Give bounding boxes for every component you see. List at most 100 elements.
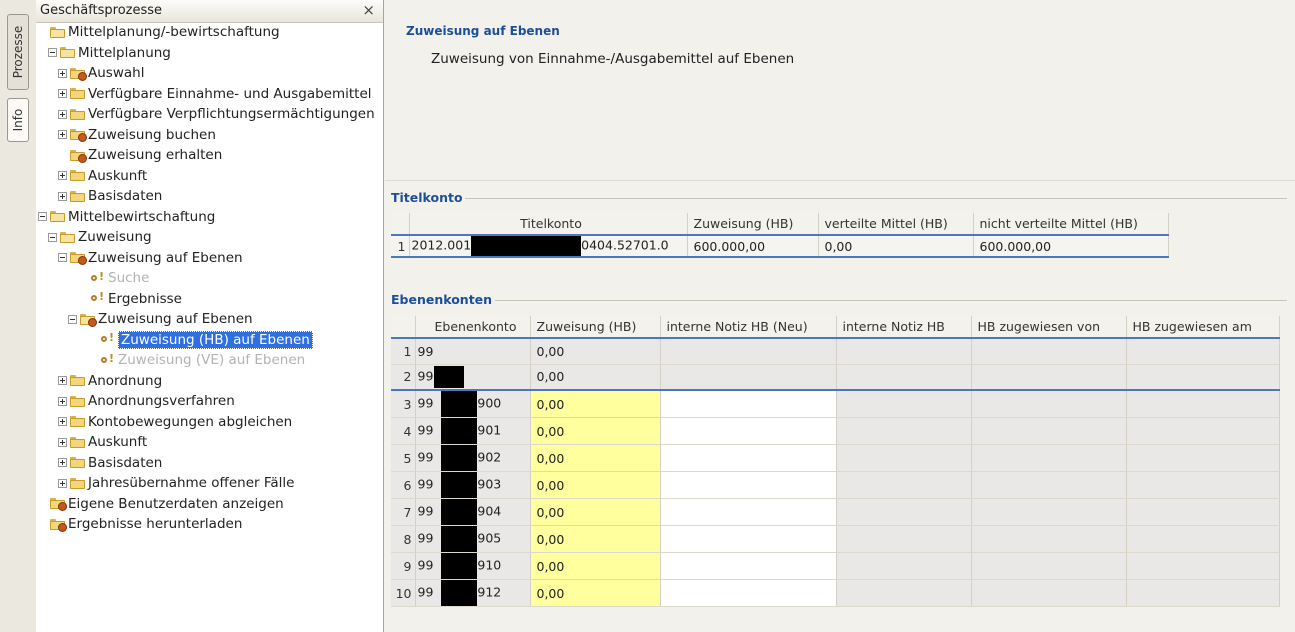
collapse-icon[interactable] [38,212,47,221]
verteilt-cell[interactable]: 0,00 [818,235,974,258]
notiz-neu-input[interactable] [660,417,837,445]
expand-icon[interactable] [58,417,67,426]
collapse-icon[interactable] [68,314,77,324]
tree-node[interactable]: Mittelbewirtschaftung [38,207,215,227]
tree-node[interactable]: Auskunft [58,432,147,452]
ebenenkonto-cell[interactable]: 99 903 [415,471,531,499]
zuweisung-input[interactable]: 0,00 [530,444,661,472]
collapse-icon[interactable] [48,232,57,242]
tree-node[interactable]: Mittelplanung [48,43,171,63]
column-header[interactable]: verteilte Mittel (HB) [818,213,974,236]
column-header[interactable]: nicht verteilte Mittel (HB) [973,213,1169,236]
notiz-neu-input[interactable] [660,525,837,553]
zuweisung-cell[interactable]: 600.000,00 [687,235,819,258]
table-row[interactable]: 1 99 0,00 [391,338,1280,365]
ebenenkonto-cell[interactable]: 99 900 [415,390,531,418]
zuweisung-input[interactable]: 0,00 [530,552,661,580]
tree-node[interactable]: Verfügbare Verpflichtungsermächtigungen [58,104,375,124]
notiz-neu-input[interactable] [660,471,837,499]
ebenenkonto-cell[interactable]: 99 [415,364,531,391]
tree-node[interactable]: Zuweisung auf Ebenen [58,248,243,268]
tree-node[interactable]: Jahresübernahme offener Fälle [58,473,294,493]
zuweisung-input[interactable]: 0,00 [530,579,661,607]
table-row[interactable]: 7 99 904 0,00 [391,498,1280,526]
zuweisung-input[interactable]: 0,00 [530,364,661,391]
nicht-verteilt-cell[interactable]: 600.000,00 [973,235,1169,258]
table-row[interactable]: 2 99 0,00 [391,364,1280,391]
notiz-neu-input[interactable] [660,498,837,526]
expand-icon[interactable] [58,89,67,98]
expand-icon[interactable] [58,396,67,406]
column-header[interactable]: Ebenenkonto [415,316,531,339]
collapse-icon[interactable] [58,253,67,262]
table-row[interactable]: 5 99 902 0,00 [391,444,1280,472]
column-header[interactable]: HB zugewiesen von [971,316,1127,339]
notiz-neu-input[interactable] [660,364,837,391]
zuweisung-input[interactable]: 0,00 [530,338,661,365]
tab-info[interactable]: Info [7,98,29,142]
column-header[interactable]: interne Notiz HB (Neu) [660,316,837,339]
column-header[interactable]: Zuweisung (HB) [687,213,819,236]
expand-icon[interactable] [58,171,67,180]
column-header[interactable]: Titelkonto [409,213,688,236]
zuweisung-input[interactable]: 0,00 [530,390,661,418]
expand-icon[interactable] [58,68,67,78]
table-row[interactable]: 1 2012.001 0404.52701.0 600.000,00 0,00 6… [391,235,1169,258]
table-row[interactable]: 9 99 910 0,00 [391,552,1280,580]
expand-icon[interactable] [58,478,67,488]
close-icon[interactable]: × [362,1,375,19]
tree-node[interactable]: Ergebnisse herunterladen [38,514,242,534]
tree-node[interactable]: Zuweisung auf Ebenen [68,309,253,329]
column-header[interactable]: Zuweisung (HB) [530,316,661,339]
tree-node[interactable]: Eigene Benutzerdaten anzeigen [38,494,284,514]
tree-node[interactable]: Kontobewegungen abgleichen [58,412,292,432]
expand-icon[interactable] [58,437,67,447]
tree-node[interactable]: Auskunft [58,166,147,186]
column-header[interactable]: interne Notiz HB [836,316,972,339]
expand-icon[interactable] [58,376,67,385]
tree-node[interactable]: Suche [78,268,149,288]
tree-node[interactable]: Zuweisung erhalten [58,145,222,165]
zuweisung-input[interactable]: 0,00 [530,417,661,445]
tree-node[interactable]: Zuweisung buchen [58,125,216,145]
tree-node[interactable]: Zuweisung (HB) auf Ebenen [88,330,313,350]
notiz-neu-input[interactable] [660,552,837,580]
table-row[interactable]: 3 99 900 0,00 [391,390,1280,418]
titelkonto-cell[interactable]: 2012.001 0404.52701.0 [409,235,688,258]
tree-node[interactable]: Basisdaten [58,453,162,473]
table-row[interactable]: 4 99 901 0,00 [391,417,1280,445]
tree-node[interactable]: Mittelplanung/-bewirtschaftung [38,22,280,42]
column-header[interactable]: HB zugewiesen am [1126,316,1280,339]
expand-icon[interactable] [58,458,67,467]
zuweisung-input[interactable]: 0,00 [530,525,661,553]
ebenenkonto-cell[interactable]: 99 910 [415,552,531,580]
notiz-neu-input[interactable] [660,444,837,472]
zuweisung-input[interactable]: 0,00 [530,498,661,526]
tree-node[interactable]: Verfügbare Einnahme- und Ausgabemittel [58,84,372,104]
expand-icon[interactable] [58,130,67,139]
zuweisung-input[interactable]: 0,00 [530,471,661,499]
ebenenkonto-cell[interactable]: 99 905 [415,525,531,553]
expand-icon[interactable] [58,191,67,201]
tree-node[interactable]: Auswahl [58,63,144,83]
tree-node[interactable]: Anordnung [58,371,162,391]
tab-prozesse[interactable]: Prozesse [7,14,29,90]
tree-node[interactable]: Anordnungsverfahren [58,391,235,411]
tree-node[interactable]: Ergebnisse [78,289,182,309]
tree-node[interactable]: Zuweisung (VE) auf Ebenen [88,350,305,370]
expand-icon[interactable] [58,109,67,119]
ebenenkonto-cell[interactable]: 99 904 [415,498,531,526]
notiz-neu-input[interactable] [660,579,837,607]
notiz-neu-input[interactable] [660,338,837,365]
ebenenkonto-cell[interactable]: 99 [415,338,531,365]
notiz-neu-input[interactable] [660,390,837,418]
table-row[interactable]: 10 99 912 0,00 [391,579,1280,607]
ebenenkonto-cell[interactable]: 99 902 [415,444,531,472]
collapse-icon[interactable] [48,48,57,57]
tree-node[interactable]: Basisdaten [58,186,162,206]
ebenenkonto-cell[interactable]: 99 912 [415,579,531,607]
tree-node[interactable]: Zuweisung [48,227,152,247]
table-row[interactable]: 6 99 903 0,00 [391,471,1280,499]
table-row[interactable]: 8 99 905 0,00 [391,525,1280,553]
ebenenkonto-cell[interactable]: 99 901 [415,417,531,445]
